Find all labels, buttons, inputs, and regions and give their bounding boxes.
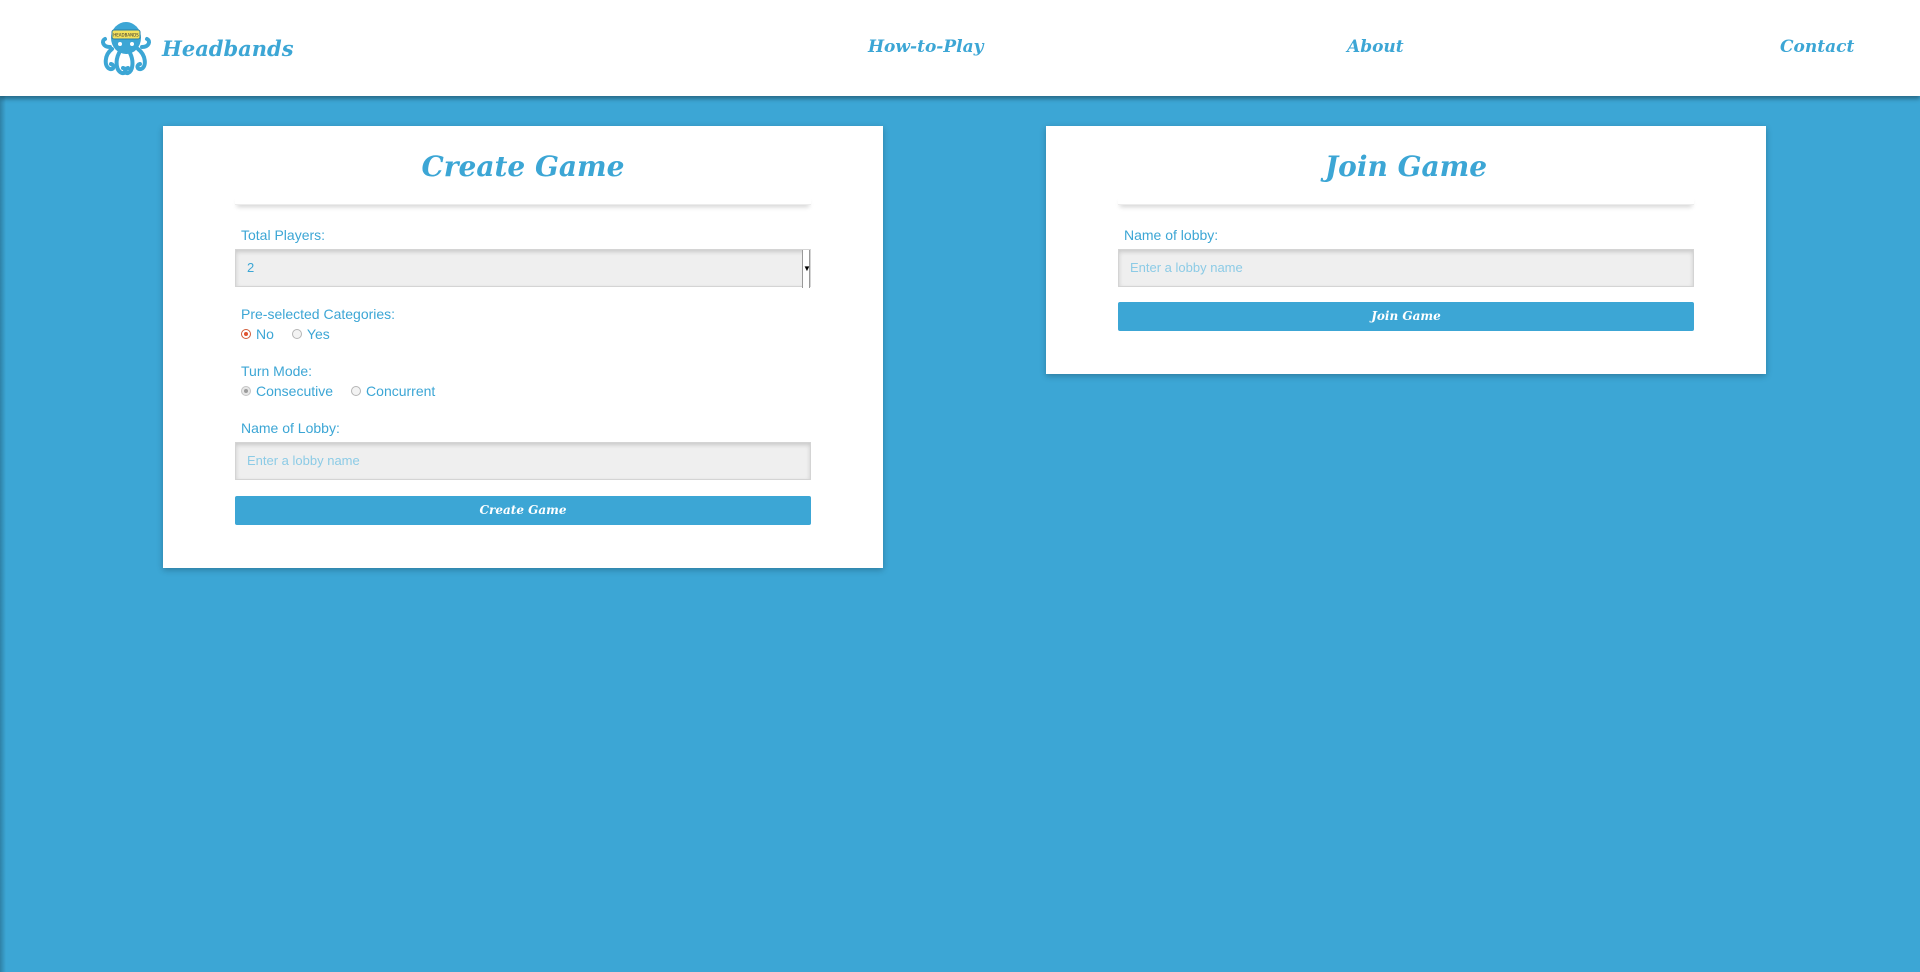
title-divider xyxy=(235,196,811,205)
join-game-card: Join Game Name of lobby: Enter a lobby n… xyxy=(1046,126,1766,374)
create-lobby-input[interactable]: Enter a lobby name xyxy=(235,442,811,480)
categories-no-label[interactable]: No xyxy=(256,326,274,342)
turn-mode-consecutive-label[interactable]: Consecutive xyxy=(256,383,333,399)
categories-label: Pre-selected Categories: xyxy=(241,306,396,322)
turn-mode-consecutive-radio[interactable] xyxy=(241,386,251,396)
join-lobby-input[interactable]: Enter a lobby name xyxy=(1118,249,1694,287)
join-game-title: Join Game xyxy=(1324,150,1488,183)
brand-link[interactable]: HEADBANDS Headbands xyxy=(100,18,294,78)
categories-radio-group: No Yes xyxy=(241,325,348,343)
nav-about[interactable]: About xyxy=(1347,37,1404,57)
chevron-down-icon[interactable]: ▼ xyxy=(802,250,811,288)
top-navbar: HEADBANDS Headbands How-to-Play About Co… xyxy=(0,0,1920,96)
create-game-button[interactable]: Create Game xyxy=(235,496,811,525)
total-players-value: 2 xyxy=(247,260,255,275)
turn-mode-radio-group: Consecutive Concurrent xyxy=(241,382,453,400)
turn-mode-concurrent-radio[interactable] xyxy=(351,386,362,396)
categories-yes-label[interactable]: Yes xyxy=(307,326,330,342)
join-lobby-label: Name of lobby: xyxy=(1124,227,1219,243)
total-players-label: Total Players: xyxy=(241,227,326,243)
create-lobby-label: Name of Lobby: xyxy=(241,420,340,436)
turn-mode-concurrent-label[interactable]: Concurrent xyxy=(366,383,435,399)
octopus-logo-icon: HEADBANDS xyxy=(100,22,152,76)
brand-name: Headbands xyxy=(162,35,294,61)
categories-no-radio[interactable] xyxy=(241,329,251,339)
total-players-select[interactable]: 2 ▼ xyxy=(235,249,811,288)
logo-badge-text: HEADBANDS xyxy=(113,33,139,38)
title-divider xyxy=(1118,196,1694,205)
nav-contact[interactable]: Contact xyxy=(1780,37,1854,57)
nav-how-to-play[interactable]: How-to-Play xyxy=(868,37,983,57)
categories-yes-radio[interactable] xyxy=(291,329,302,339)
create-game-card: Create Game Total Players: 2 ▼ Pre-selec… xyxy=(163,126,883,568)
create-game-title: Create Game xyxy=(421,150,625,183)
turn-mode-label: Turn Mode: xyxy=(241,363,313,379)
left-edge-shadow xyxy=(0,96,6,972)
join-game-button[interactable]: Join Game xyxy=(1118,302,1694,331)
